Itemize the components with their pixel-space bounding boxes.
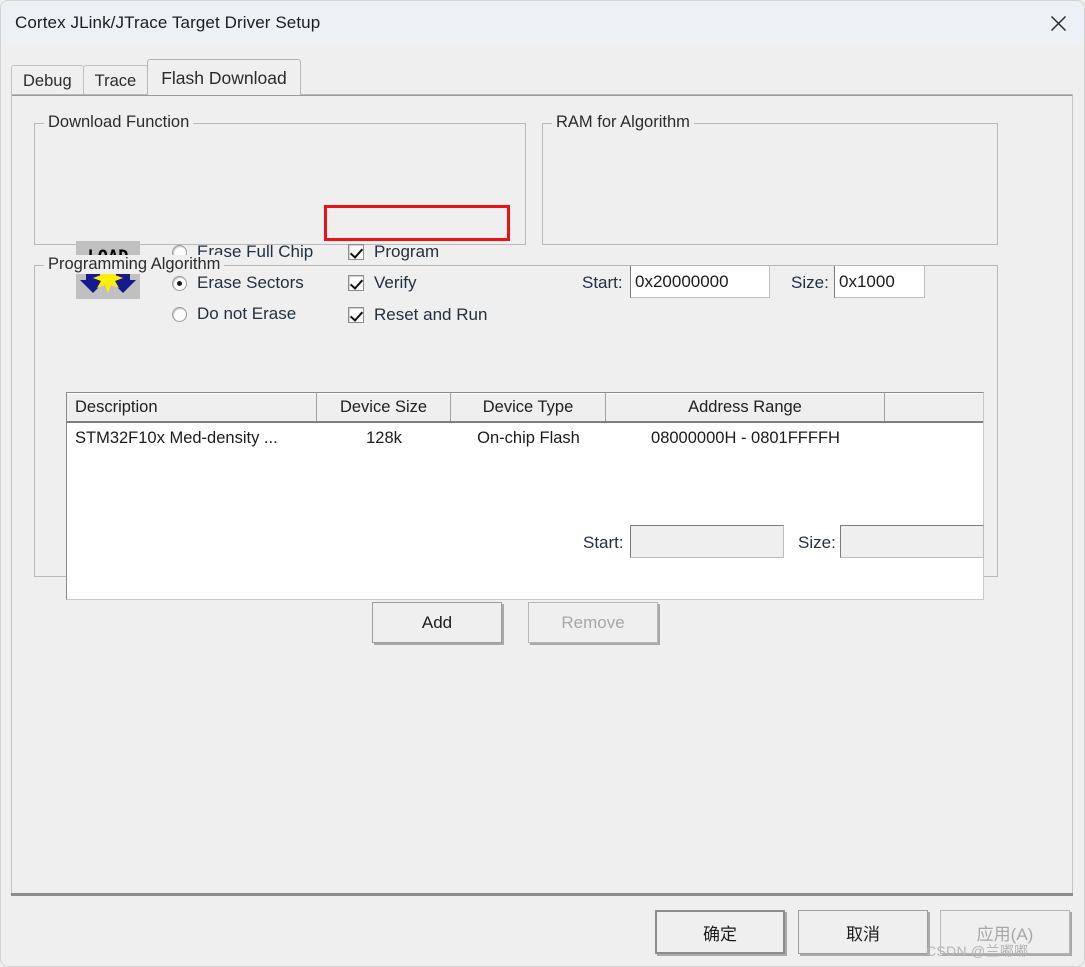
dialog-window: Cortex JLink/JTrace Target Driver Setup … [0, 0, 1085, 967]
tab-debug[interactable]: Debug [11, 65, 84, 95]
cell-device-size: 128k [366, 428, 402, 447]
algorithm-size-label: Size: [798, 533, 836, 552]
cell-address-range: 08000000H - 0801FFFFH [651, 428, 840, 447]
table-header-row: Description Device Size Device Type Addr… [67, 393, 983, 423]
download-function-legend: Download Function [44, 113, 194, 132]
ram-for-algorithm-group: RAM for Algorithm [542, 113, 998, 245]
add-button[interactable]: Add [372, 602, 502, 643]
algorithm-start-label: Start: [583, 533, 624, 552]
tab-flash-download[interactable]: Flash Download [147, 59, 301, 95]
watermark: CSDN @兰嘟嘟 [926, 943, 1029, 959]
download-function-group: Download Function [34, 113, 526, 245]
cell-description: STM32F10x Med-density ... [75, 428, 278, 447]
cancel-button[interactable]: 取消 [798, 910, 928, 954]
algorithm-size-input[interactable] [840, 525, 984, 558]
cell-extra [885, 423, 983, 453]
checkbox-indicator[interactable] [348, 244, 364, 260]
remove-button[interactable]: Remove [528, 602, 658, 643]
title-bar: Cortex JLink/JTrace Target Driver Setup [1, 1, 1084, 45]
checkbox-label: Program [374, 242, 440, 261]
column-header-address-range[interactable]: Address Range [606, 393, 885, 421]
cell-device-type: On-chip Flash [477, 428, 580, 447]
tab-strip: Debug Trace Flash Download [11, 59, 301, 95]
table-body: STM32F10x Med-density ... 128k On-chip F… [67, 423, 983, 599]
tab-trace[interactable]: Trace [82, 65, 149, 95]
tab-content-panel: Download Function LOAD Erase Full Chip E… [11, 94, 1073, 896]
table-row[interactable]: STM32F10x Med-density ... 128k On-chip F… [67, 423, 983, 453]
algorithm-start-input[interactable] [630, 525, 784, 558]
programming-algorithm-table[interactable]: Description Device Size Device Type Addr… [66, 392, 984, 600]
window-title: Cortex JLink/JTrace Target Driver Setup [15, 13, 321, 32]
column-header-description[interactable]: Description [67, 393, 317, 421]
checkbox-program[interactable]: Program [348, 242, 439, 262]
ok-button[interactable]: 确定 [655, 910, 785, 954]
close-icon[interactable] [1032, 1, 1084, 45]
column-header-device-size[interactable]: Device Size [317, 393, 451, 421]
column-header-extra[interactable] [885, 393, 983, 421]
programming-algorithm-legend: Programming Algorithm [44, 255, 225, 274]
ram-for-algorithm-legend: RAM for Algorithm [552, 113, 694, 132]
column-header-device-type[interactable]: Device Type [451, 393, 606, 421]
